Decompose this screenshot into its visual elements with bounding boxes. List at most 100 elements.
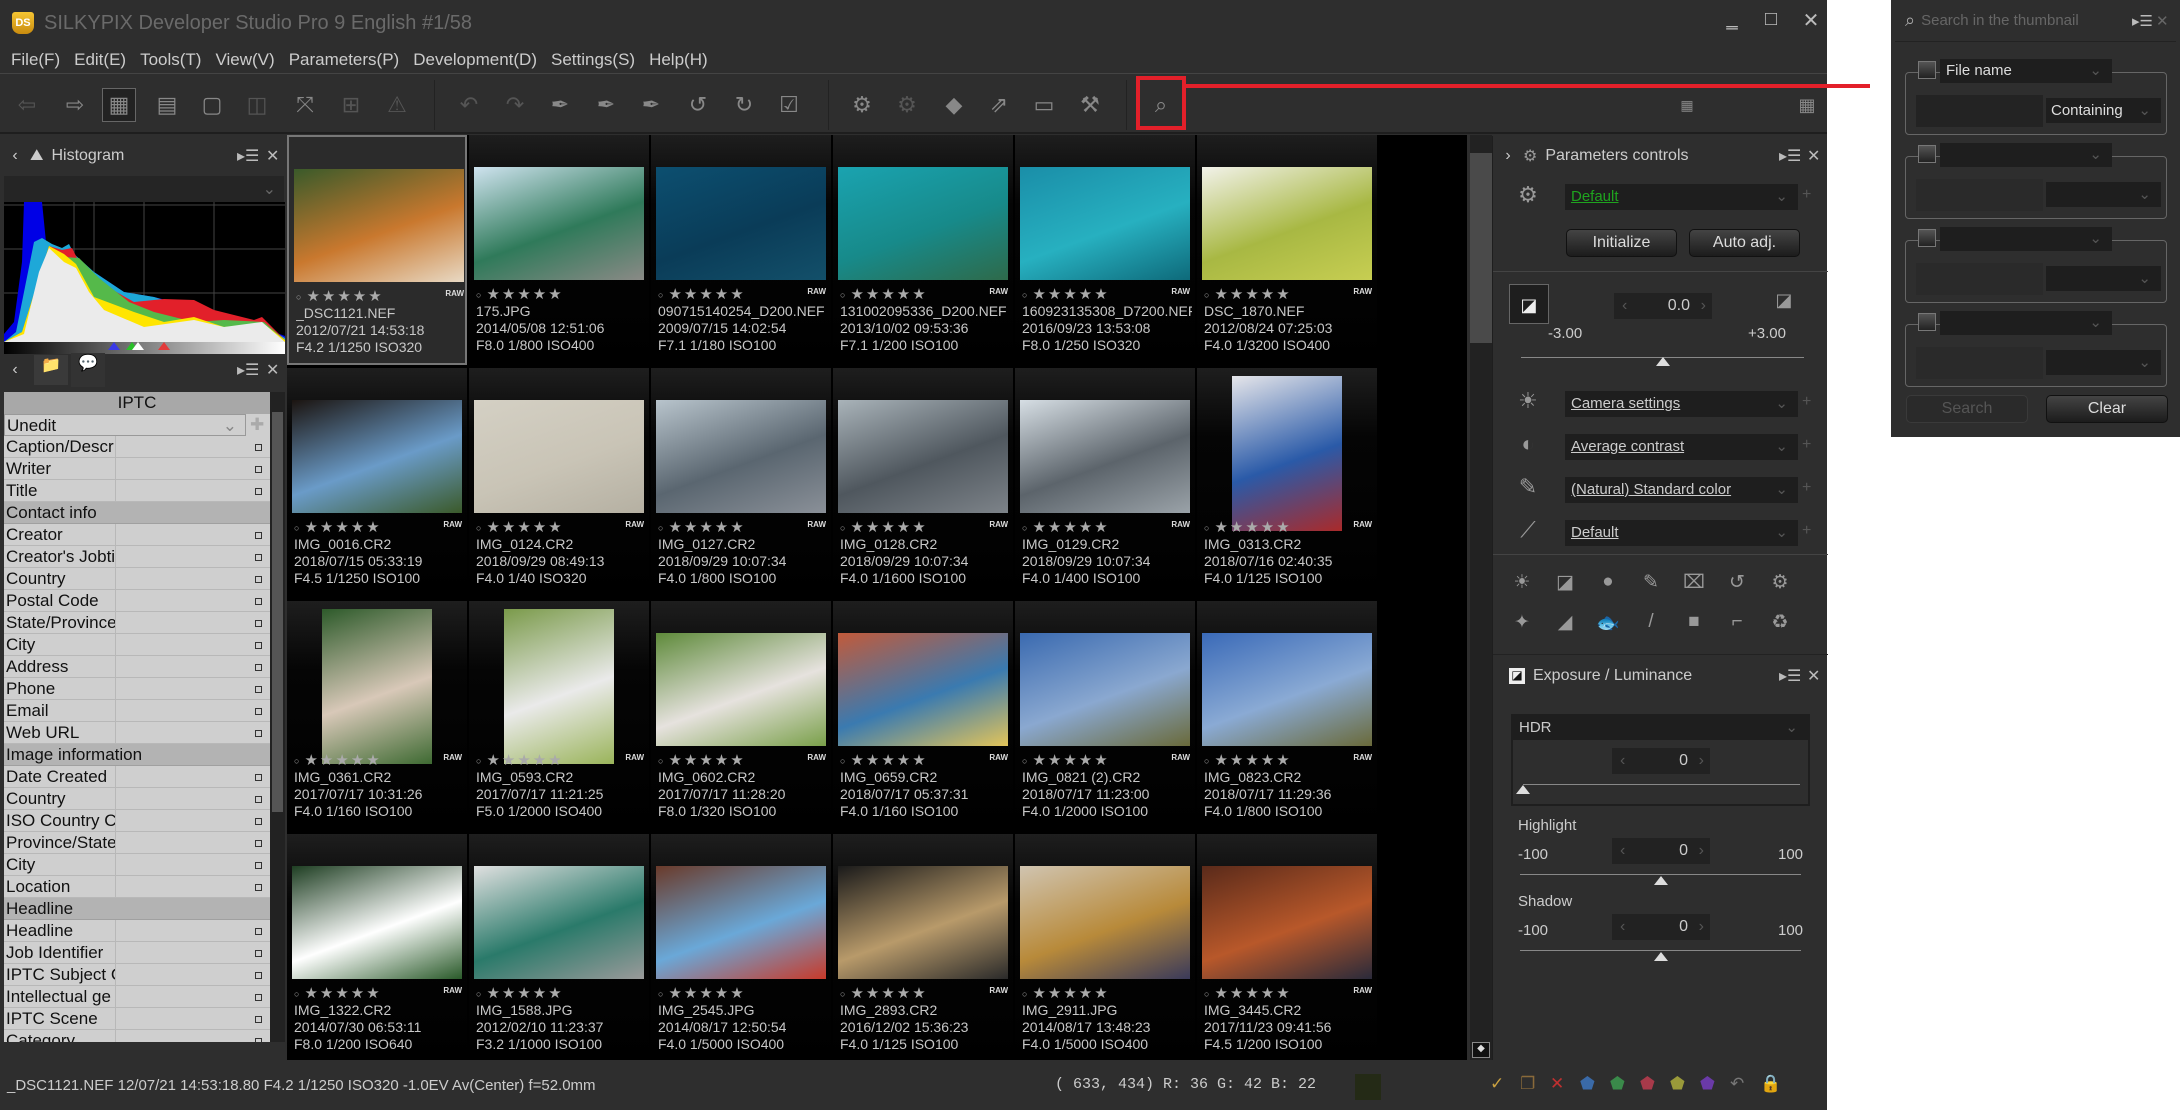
- thumbnail-cell[interactable]: ○ ★★★★★ RAW IMG_0593.CR2 2017/07/17 11:21:25…: [469, 601, 649, 831]
- condition-field-select[interactable]: ⌄: [1940, 311, 2112, 335]
- thumbnail-image[interactable]: [656, 633, 826, 746]
- star-icon[interactable]: ★: [335, 519, 350, 536]
- star-icon[interactable]: ★: [1048, 985, 1063, 1002]
- condition-operator-select[interactable]: ⌄: [2046, 266, 2161, 291]
- panel-close-icon[interactable]: ✕: [266, 146, 279, 166]
- paste-params-alt-icon[interactable]: ✒: [634, 88, 668, 122]
- star-icon[interactable]: ★: [866, 286, 881, 303]
- star-icon[interactable]: ★: [351, 752, 366, 769]
- star-icon[interactable]: ★: [730, 286, 745, 303]
- maximize-button[interactable]: □: [1756, 8, 1786, 31]
- star-icon[interactable]: ★: [548, 519, 563, 536]
- panel-menu-icon[interactable]: ▸☰: [1779, 666, 1801, 686]
- highlight-value-field[interactable]: ‹ 0 ›: [1612, 838, 1710, 864]
- star-icon[interactable]: ★: [335, 985, 350, 1002]
- reject-mark-icon[interactable]: ○: [476, 989, 483, 999]
- iptc-field-value[interactable]: [116, 920, 270, 941]
- star-icon[interactable]: ★: [548, 752, 563, 769]
- thumbnail-image[interactable]: [292, 866, 462, 979]
- thumbnail-scrollbar[interactable]: ◆: [1470, 135, 1492, 1060]
- tool-icon[interactable]: ⌧: [1679, 571, 1709, 594]
- rating-stars[interactable]: ○ ★★★★★: [1022, 751, 1192, 769]
- star-icon[interactable]: ★: [684, 519, 699, 536]
- rating-stars[interactable]: ○ ★★★★★: [476, 751, 646, 769]
- star-icon[interactable]: ★: [850, 752, 865, 769]
- star-icon[interactable]: ★: [306, 288, 321, 305]
- reject-mark-icon[interactable]: ○: [1022, 989, 1029, 999]
- copy-params-icon[interactable]: ✒: [543, 88, 577, 122]
- panel-menu-icon[interactable]: ▸☰: [2132, 12, 2153, 30]
- auto-adj-button[interactable]: Auto adj.: [1689, 229, 1800, 257]
- initialize-button[interactable]: Initialize: [1566, 229, 1677, 257]
- iptc-field-value[interactable]: [116, 546, 270, 567]
- menu-edit[interactable]: Edit(E): [74, 50, 126, 70]
- star-icon[interactable]: ★: [502, 519, 517, 536]
- iptc-field-value[interactable]: [116, 964, 270, 985]
- thumbnail-cell[interactable]: ○ ★★★★★ IMG_1588.JPG 2012/02/10 11:23:37 F3.…: [469, 834, 649, 1060]
- small-thumbnail-icon[interactable]: ▦: [1670, 88, 1704, 122]
- star-icon[interactable]: ★: [1063, 985, 1078, 1002]
- star-icon[interactable]: ★: [1261, 519, 1276, 536]
- condition-value-input[interactable]: [1916, 95, 2043, 127]
- rating-stars[interactable]: ○ ★★★★★: [1204, 518, 1374, 536]
- thumbnail-cell[interactable]: ○ ★★★★★ RAW 160923135308_D7200.NEF 2016/09/2…: [1015, 135, 1195, 365]
- iptc-row[interactable]: Email: [4, 700, 270, 722]
- star-icon[interactable]: ★: [1063, 519, 1078, 536]
- thumbnail-cell[interactable]: ○ ★★★★★ IMG_2911.JPG 2014/08/17 13:48:23 F4.…: [1015, 834, 1195, 1060]
- thumbnail-cell[interactable]: ○ ★★★★★ RAW IMG_0823.CR2 2018/07/17 11:29:36…: [1197, 601, 1377, 831]
- tag-blue-icon[interactable]: ⬟: [1580, 1074, 1595, 1094]
- tool-icon[interactable]: ☀: [1507, 571, 1537, 594]
- mark-ok-icon[interactable]: ✓: [1490, 1074, 1504, 1094]
- highlight-slider[interactable]: [1520, 874, 1801, 875]
- thumbnail-image[interactable]: [656, 400, 826, 513]
- rating-stars[interactable]: ○ ★★★★★: [296, 287, 466, 305]
- star-icon[interactable]: ★: [668, 752, 683, 769]
- star-icon[interactable]: ★: [1032, 286, 1047, 303]
- iptc-preset-select[interactable]: Unedit ⌄ ✚: [4, 414, 270, 436]
- reject-mark-icon[interactable]: ○: [1204, 756, 1211, 766]
- iptc-field-value[interactable]: [116, 458, 270, 479]
- rating-stars[interactable]: ○ ★★★★★: [1204, 751, 1374, 769]
- star-icon[interactable]: ★: [1032, 985, 1047, 1002]
- hdr-slider[interactable]: [1523, 784, 1800, 785]
- preview-thumbnail-view-icon[interactable]: ▤: [150, 88, 184, 122]
- hammer-icon[interactable]: ⚒: [1073, 88, 1107, 122]
- star-icon[interactable]: ★: [1230, 519, 1245, 536]
- star-icon[interactable]: ★: [715, 519, 730, 536]
- iptc-tab-icon[interactable]: 💬: [71, 353, 105, 387]
- thumbnail-cell[interactable]: ○ ★★★★★ RAW IMG_0361.CR2 2017/07/17 10:31:26…: [287, 601, 467, 831]
- iptc-field-value[interactable]: [116, 722, 270, 743]
- thumbnail-cell[interactable]: ○ ★★★★★ RAW IMG_0602.CR2 2017/07/17 11:28:20…: [651, 601, 831, 831]
- rating-stars[interactable]: ○ ★★★★★: [658, 751, 828, 769]
- star-icon[interactable]: ★: [335, 752, 350, 769]
- star-icon[interactable]: ★: [351, 519, 366, 536]
- thumbnail-view-icon[interactable]: ▦: [102, 88, 136, 122]
- star-icon[interactable]: ★: [1261, 752, 1276, 769]
- iptc-field-value[interactable]: [116, 1008, 270, 1029]
- menu-file[interactable]: File(F): [11, 50, 60, 70]
- condition-operator-select[interactable]: ⌄: [2046, 182, 2161, 207]
- star-icon[interactable]: ★: [850, 519, 865, 536]
- reject-mark-icon[interactable]: ○: [658, 756, 665, 766]
- iptc-field-value[interactable]: [116, 590, 270, 611]
- rating-stars[interactable]: ○ ★★★★★: [294, 751, 464, 769]
- rating-stars[interactable]: ○ ★★★★★: [840, 518, 1010, 536]
- clear-button[interactable]: Clear: [2046, 395, 2168, 423]
- thumbnail-cell[interactable]: ○ ★★★★★ RAW 090715140254_D200.NEF 2009/07/15…: [651, 135, 831, 365]
- thumbnail-image[interactable]: [838, 167, 1008, 280]
- thumbnail-cell[interactable]: ○ ★★★★★ RAW IMG_0129.CR2 2018/09/29 10:07:34…: [1015, 368, 1195, 598]
- iptc-row[interactable]: ISO Country C: [4, 810, 270, 832]
- panel-close-icon[interactable]: ✕: [1807, 146, 1820, 166]
- star-icon[interactable]: ★: [866, 519, 881, 536]
- thumbnail-image[interactable]: [838, 633, 1008, 746]
- star-icon[interactable]: ★: [668, 985, 683, 1002]
- iptc-field-value[interactable]: [116, 436, 270, 457]
- star-icon[interactable]: ★: [1063, 286, 1078, 303]
- star-icon[interactable]: ★: [668, 286, 683, 303]
- rating-stars[interactable]: ○ ★★★★★: [1022, 984, 1192, 1002]
- star-icon[interactable]: ★: [1094, 985, 1109, 1002]
- mark-selected-icon[interactable]: ☑: [772, 88, 806, 122]
- star-icon[interactable]: ★: [881, 519, 896, 536]
- reject-mark-icon[interactable]: ○: [296, 292, 303, 302]
- rating-stars[interactable]: ○ ★★★★★: [476, 518, 646, 536]
